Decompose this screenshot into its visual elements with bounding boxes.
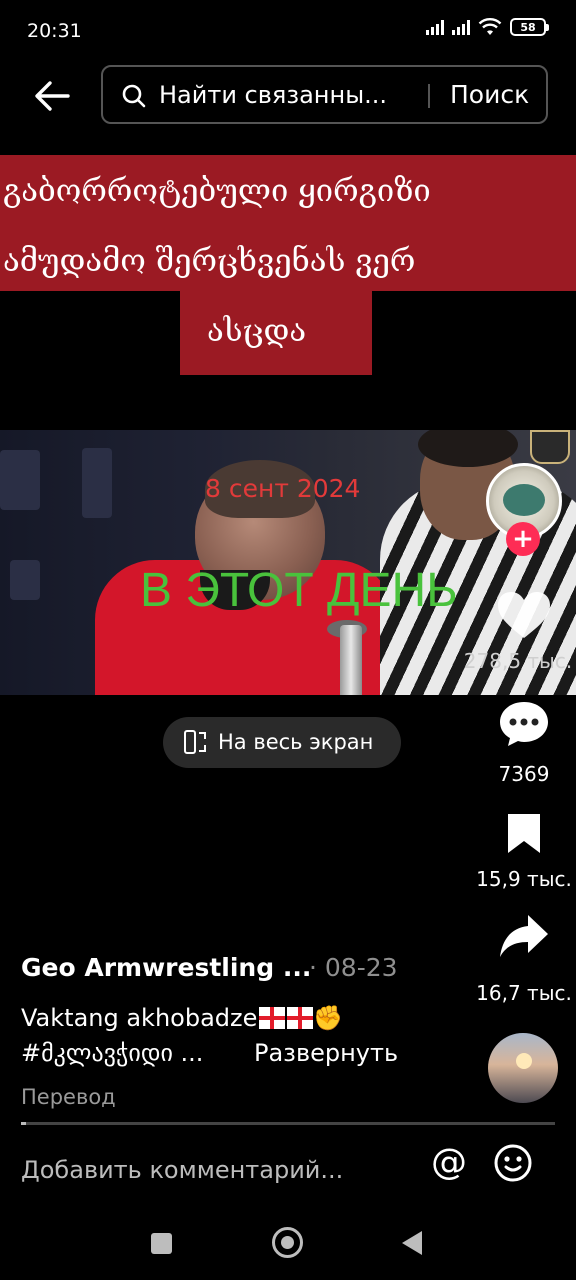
video-caption: გაბორროტებული ყირგიზი ამუდამო შერცხვენას… <box>0 155 576 385</box>
georgia-flag-icon <box>259 1007 286 1029</box>
federation-badge <box>530 430 570 464</box>
back-button[interactable] <box>30 74 74 118</box>
georgia-flag-icon <box>287 1007 314 1029</box>
music-disc[interactable] <box>488 1033 558 1103</box>
status-time: 20:31 <box>27 20 82 42</box>
banner-logo <box>10 560 40 600</box>
like-count: 278,5 тыс. <box>463 649 573 673</box>
search-button[interactable]: Поиск <box>450 80 529 109</box>
follow-button[interactable]: + <box>506 522 540 556</box>
bookmark-icon[interactable] <box>505 811 543 855</box>
table-handle <box>340 625 362 695</box>
banner-logo <box>0 450 40 510</box>
search-icon <box>122 84 146 108</box>
fullscreen-icon <box>184 730 206 754</box>
post-description: Vaktang akhobadze ✊ <box>21 1004 343 1032</box>
share-icon[interactable] <box>498 913 550 959</box>
description-text: Vaktang akhobadze <box>21 1004 258 1032</box>
share-count: 16,7 тыс. <box>476 981 572 1005</box>
fullscreen-button[interactable]: На весь экран <box>163 717 401 768</box>
search-box[interactable]: Найти связанны... Поиск <box>101 65 548 124</box>
mention-icon[interactable]: @ <box>428 1142 470 1184</box>
wifi-icon <box>478 18 502 35</box>
avatar-logo <box>503 484 545 516</box>
status-bar: 20:31 58 <box>0 0 576 62</box>
save-count: 15,9 тыс. <box>476 867 572 891</box>
post-date: · 08-23 <box>309 953 398 982</box>
banner-logo <box>82 448 112 518</box>
expand-button[interactable]: Развернуть <box>254 1039 398 1067</box>
search-divider <box>428 84 430 108</box>
video-date-overlay: 8 сент 2024 <box>205 474 361 503</box>
system-back-button[interactable] <box>402 1231 422 1255</box>
emoji-icon[interactable] <box>493 1143 533 1183</box>
signal-icon <box>426 19 444 35</box>
translate-button[interactable]: Перевод <box>21 1085 116 1109</box>
caption-line-1: გაბორროტებული ყირგიზი <box>3 173 431 209</box>
video-progress-fill <box>21 1122 27 1125</box>
video-day-overlay: В ЭТОТ ДЕНЬ <box>140 564 458 617</box>
hashtag-text[interactable]: #მკლავჭიდი ... <box>21 1039 203 1067</box>
music-disc-sun <box>516 1053 532 1069</box>
signal-icon-2 <box>452 19 470 35</box>
fullscreen-label: На весь экран <box>218 730 374 754</box>
battery-icon: 58 <box>510 18 549 36</box>
back-arrow-icon <box>35 81 70 111</box>
comment-count: 7369 <box>498 762 550 786</box>
battery-level: 58 <box>520 20 536 34</box>
search-input[interactable]: Найти связанны... <box>159 81 387 109</box>
author-name[interactable]: Geo Armwrestling ... <box>21 953 311 982</box>
recent-apps-button[interactable] <box>151 1233 172 1254</box>
video-progress-bar[interactable] <box>21 1122 555 1125</box>
heart-icon[interactable] <box>496 590 552 640</box>
status-icons: 58 <box>426 18 549 36</box>
caption-line-3: ასცდა <box>207 313 307 349</box>
comment-icon[interactable] <box>498 700 550 748</box>
caption-line-2: ამუდამო შერცხვენას ვერ <box>3 243 416 279</box>
home-button[interactable] <box>272 1227 303 1258</box>
fist-icon: ✊ <box>313 1004 344 1032</box>
comment-input[interactable]: Добавить комментарий... <box>21 1156 343 1184</box>
